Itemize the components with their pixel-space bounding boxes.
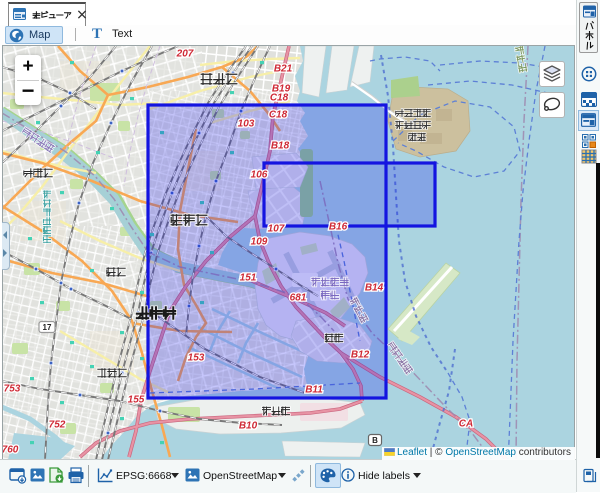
svg-text:B18: B18 <box>271 141 290 152</box>
svg-text:106: 106 <box>251 170 268 181</box>
svg-text:109: 109 <box>251 237 268 248</box>
svg-text:153: 153 <box>188 353 205 364</box>
svg-text:760: 760 <box>2 445 19 456</box>
svg-text:B11: B11 <box>305 385 323 396</box>
svg-text:B16: B16 <box>329 222 348 233</box>
svg-text:155: 155 <box>128 395 145 406</box>
svg-text:103: 103 <box>238 119 255 130</box>
svg-text:C18: C18 <box>269 110 288 121</box>
svg-text:B: B <box>372 436 378 445</box>
svg-text:107: 107 <box>268 224 285 235</box>
svg-text:B12: B12 <box>351 350 370 361</box>
svg-text:C18: C18 <box>270 93 289 104</box>
svg-text:CA: CA <box>459 419 473 430</box>
svg-text:B21: B21 <box>274 64 293 75</box>
svg-text:17: 17 <box>43 323 52 332</box>
svg-text:151: 151 <box>240 273 257 284</box>
svg-text:207: 207 <box>176 49 194 60</box>
svg-text:B14: B14 <box>365 283 384 294</box>
svg-text:752: 752 <box>49 420 66 431</box>
svg-text:753: 753 <box>4 384 21 395</box>
svg-text:B10: B10 <box>239 421 258 432</box>
svg-text:681: 681 <box>290 293 307 304</box>
